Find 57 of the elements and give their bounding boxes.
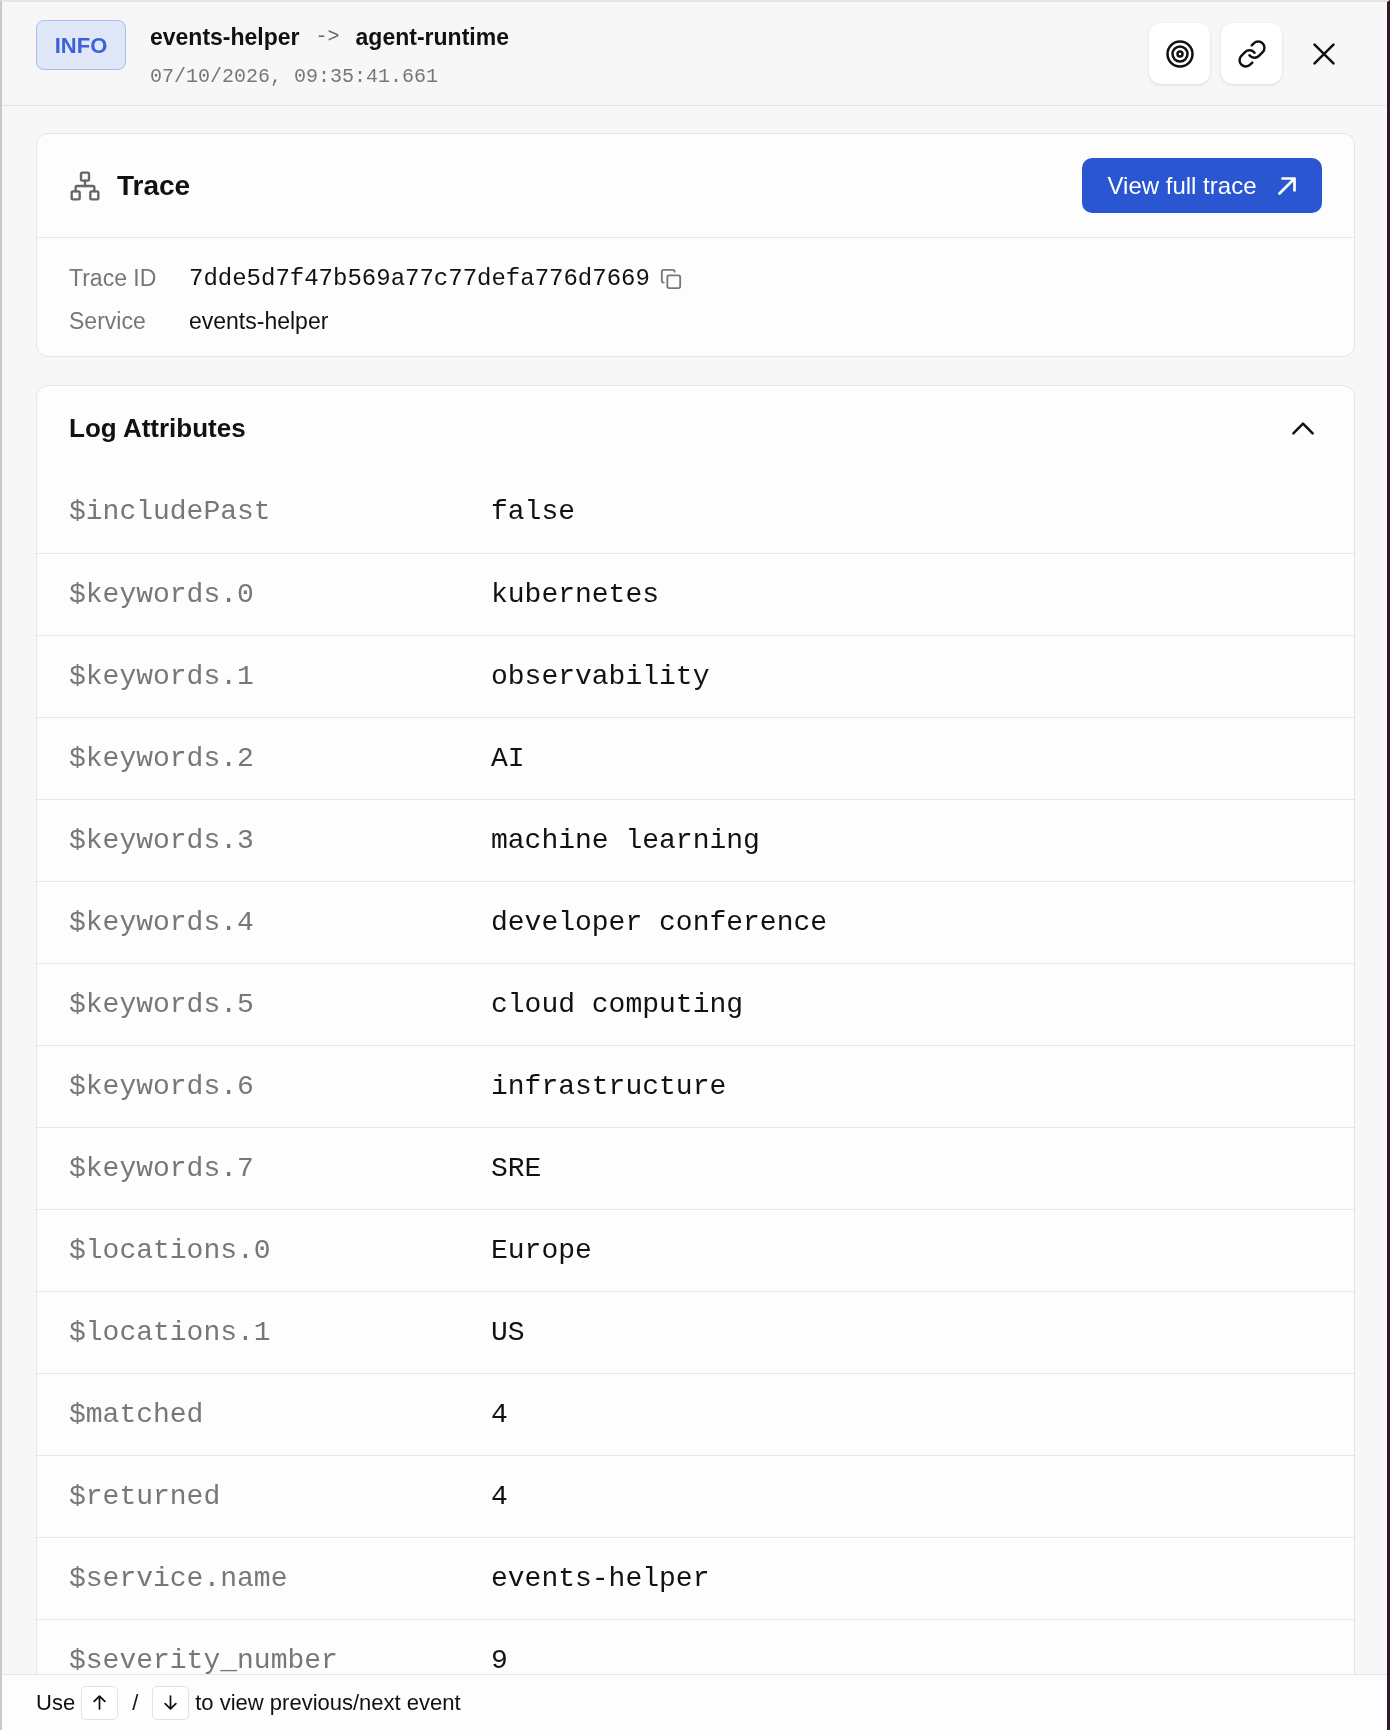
arrow-text: ->	[315, 24, 340, 51]
attribute-value: cloud computing	[491, 987, 745, 1022]
target-service: agent-runtime	[355, 23, 509, 52]
attribute-value: infrastructure	[491, 1069, 728, 1104]
attribute-key: $keywords.0	[69, 573, 491, 616]
attribute-key: $keywords.7	[69, 1147, 491, 1190]
attribute-value: machine learning	[491, 823, 761, 858]
copy-icon[interactable]	[659, 267, 682, 290]
arrow-down-icon	[164, 1695, 178, 1710]
attribute-key: $keywords.1	[69, 655, 491, 698]
footer-text: to view previous/next event	[195, 1689, 461, 1717]
attribute-value: kubernetes	[491, 577, 661, 612]
trace-title: Trace	[117, 168, 191, 203]
field-label: Trace ID	[69, 264, 158, 294]
close-icon	[1313, 42, 1335, 65]
copy-link-button[interactable]	[1221, 23, 1282, 84]
collapse-toggle[interactable]	[1292, 422, 1314, 435]
arrow-up-right-icon	[1278, 176, 1297, 195]
attribute-value: US	[491, 1315, 526, 1350]
attribute-key: $keywords.6	[69, 1065, 491, 1108]
attribute-value: observability	[491, 659, 711, 694]
attribute-key: $returned	[69, 1475, 491, 1518]
attribute-value: 4	[491, 1479, 509, 1514]
log-attributes-title: Log Attributes	[69, 412, 246, 445]
attribute-value: developer conference	[491, 905, 829, 940]
attribute-value: Europe	[491, 1233, 593, 1268]
arrow-up-icon	[93, 1695, 107, 1710]
link-icon	[1236, 38, 1267, 69]
target-button[interactable]	[1149, 23, 1210, 84]
attribute-key: $keywords.3	[69, 819, 491, 862]
attribute-key: $severity_number	[69, 1639, 491, 1674]
trace-id-value: 7dde5d7f47b569a77c77defa776d7669	[189, 263, 650, 294]
attribute-key: $keywords.4	[69, 901, 491, 944]
attribute-key: $keywords.5	[69, 983, 491, 1026]
attribute-value: 4	[491, 1397, 509, 1432]
attribute-key: $locations.1	[69, 1311, 491, 1354]
attribute-key: $service.name	[69, 1557, 491, 1600]
field-label: Service	[69, 307, 147, 337]
level-badge: INFO	[36, 20, 126, 70]
attribute-key: $includePast	[69, 491, 491, 533]
attribute-value: false	[491, 495, 576, 529]
footer-text: Use	[36, 1689, 76, 1717]
field-value: events-helper	[189, 307, 330, 337]
attribute-key: $locations.0	[69, 1229, 491, 1272]
network-icon	[69, 169, 101, 202]
attribute-value: 9	[491, 1643, 509, 1674]
attribute-key: $keywords.2	[69, 737, 491, 780]
target-icon	[1164, 38, 1195, 69]
footer-separator: /	[131, 1689, 140, 1717]
source-service: events-helper	[150, 23, 300, 52]
timestamp: 07/10/2026, 09:35:41.661	[150, 63, 440, 90]
attribute-key: $matched	[69, 1393, 491, 1436]
chevron-up-icon	[1292, 422, 1314, 435]
attribute-value: events-helper	[491, 1561, 711, 1596]
attribute-value: SRE	[491, 1151, 543, 1186]
attribute-value: AI	[491, 741, 526, 776]
view-full-trace-button[interactable]: View full trace	[1082, 158, 1322, 213]
